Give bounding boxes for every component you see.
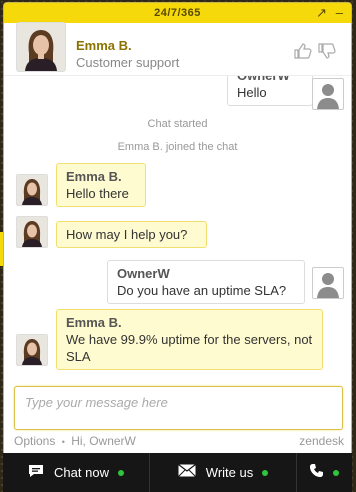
arrow-out-icon[interactable]: ↗ — [316, 3, 327, 23]
agent-name: Emma B. — [76, 38, 132, 53]
agent-avatar-small — [16, 216, 48, 248]
write-us-button[interactable]: Write us — [150, 453, 297, 492]
phone-icon — [310, 463, 324, 482]
envelope-icon — [177, 464, 196, 481]
minimize-icon[interactable]: – — [336, 3, 343, 23]
message-sender: Emma B. — [66, 169, 122, 184]
call-button[interactable] — [297, 453, 352, 492]
widget-footer: Options • Hi, OwnerW zendesk — [14, 434, 344, 448]
chat-log[interactable]: OwnerW Hello Chat started Emma B. joined… — [4, 76, 351, 381]
chat-message-agent: How may I help you? — [56, 221, 207, 248]
footer-separator: • — [61, 437, 65, 447]
online-status-dot — [117, 469, 124, 476]
chat-message-agent: Emma B. We have 99.9% uptime for the ser… — [56, 309, 323, 370]
chat-now-button[interactable]: Chat now — [3, 453, 150, 492]
bottom-bar: Chat now Write us — [3, 453, 352, 492]
options-link[interactable]: Options — [14, 434, 55, 448]
write-us-label: Write us — [205, 465, 254, 480]
message-text: We have 99.9% uptime for the servers, no… — [66, 332, 313, 364]
agent-avatar-small — [16, 334, 48, 366]
message-text: Do you have an uptime SLA? — [117, 283, 287, 298]
chat-icon — [28, 464, 44, 482]
message-sender: OwnerW — [237, 76, 303, 84]
system-message: Emma B. joined the chat — [117, 141, 238, 153]
user-avatar — [312, 267, 344, 299]
zendesk-logo[interactable]: zendesk — [299, 434, 344, 448]
user-avatar — [312, 78, 344, 110]
online-status-dot — [262, 469, 269, 476]
chat-now-label: Chat now — [54, 465, 109, 480]
message-sender: OwnerW — [117, 266, 170, 281]
message-input[interactable] — [23, 394, 327, 411]
chat-message-user: OwnerW Hello — [227, 76, 313, 106]
greeting-text[interactable]: Hi, OwnerW — [71, 434, 136, 448]
thumbs-up-icon[interactable] — [294, 43, 312, 62]
chat-message-user: OwnerW Do you have an uptime SLA? — [107, 260, 305, 304]
online-status-dot — [333, 469, 339, 476]
widget-topbar[interactable]: 24/7/365 ↗ – — [4, 3, 351, 23]
widget-title: 24/7/365 — [154, 7, 201, 19]
message-text: Hello — [237, 85, 267, 100]
system-message: Chat started — [147, 118, 208, 130]
message-text: Hello there — [66, 186, 129, 201]
chat-message-agent: Emma B. Hello there — [56, 163, 146, 207]
agent-avatar — [16, 22, 66, 72]
message-text: How may I help you? — [66, 227, 188, 242]
message-input-box[interactable] — [14, 386, 343, 430]
agent-header: Emma B. Customer support — [4, 22, 351, 76]
message-sender: Emma B. — [66, 315, 122, 330]
chat-widget: 24/7/365 ↗ – Emma B. Customer support Ow… — [3, 2, 352, 455]
thumbs-down-icon[interactable] — [318, 43, 336, 62]
agent-role: Customer support — [76, 55, 180, 70]
agent-avatar-small — [16, 174, 48, 206]
